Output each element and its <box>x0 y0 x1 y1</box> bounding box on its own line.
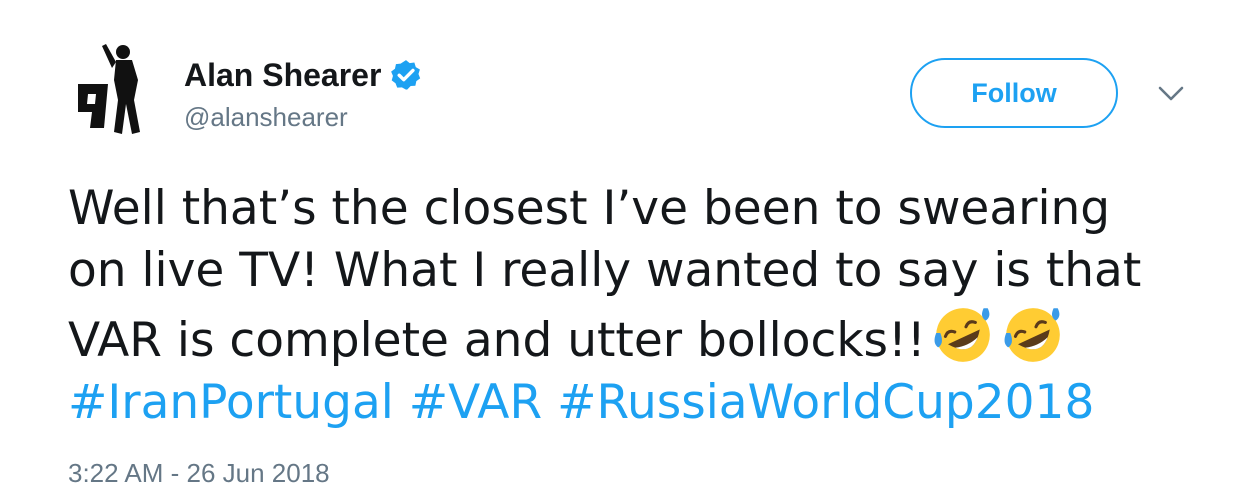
chevron-down-icon[interactable] <box>1156 80 1186 106</box>
avatar[interactable] <box>68 40 168 140</box>
follow-button[interactable]: Follow <box>910 58 1118 128</box>
hashtag-link[interactable]: #RussiaWorldCup2018 <box>557 375 1094 430</box>
rolling-on-floor-laughing-emoji-icon <box>1004 308 1060 362</box>
rolling-on-floor-laughing-emoji-icon <box>934 308 990 362</box>
tweet-text-line-3: VAR is complete and utter bollocks!! <box>68 302 1218 372</box>
tweet-text-line-1: Well that’s the closest I’ve been to swe… <box>68 181 1111 236</box>
verified-badge-icon <box>391 60 421 90</box>
tweet-text-line-2: on live TV! What I really wanted to say … <box>68 243 1142 298</box>
tweet-hashtags: #IranPortugal #VAR #RussiaWorldCup2018 <box>68 372 1218 434</box>
tweet-timestamp[interactable]: 3:22 AM - 26 Jun 2018 <box>68 458 330 489</box>
display-name[interactable]: Alan Shearer <box>184 57 381 94</box>
name-row: Alan Shearer <box>184 52 423 98</box>
tweet-text-line-3-text: VAR is complete and utter bollocks!! <box>68 313 926 368</box>
user-handle[interactable]: @alanshearer <box>184 102 423 133</box>
hashtag-link[interactable]: #IranPortugal <box>68 375 394 430</box>
tweet-card: Alan Shearer @alanshearer Follow Well th… <box>0 0 1250 504</box>
user-info: Alan Shearer @alanshearer <box>184 52 423 133</box>
hashtag-link[interactable]: #VAR <box>409 375 542 430</box>
tweet-text: Well that’s the closest I’ve been to swe… <box>68 178 1218 434</box>
